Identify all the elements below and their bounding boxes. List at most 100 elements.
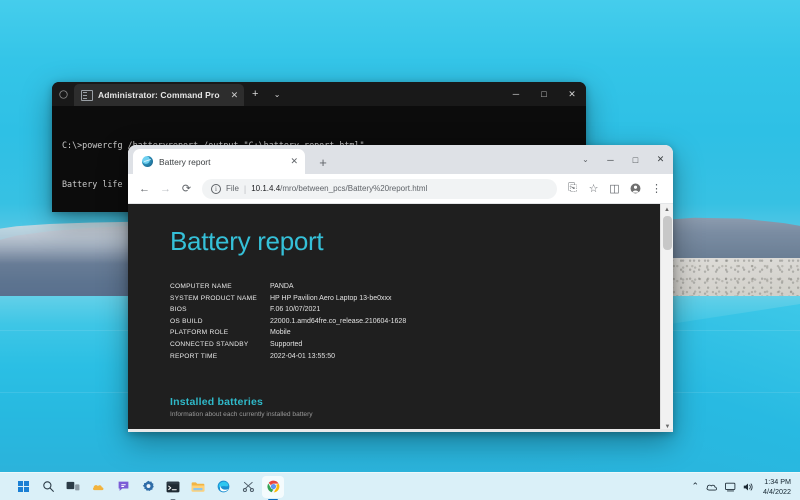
taskbar-item-terminal[interactable]: [162, 476, 184, 498]
browser-maximize-button[interactable]: □: [623, 145, 648, 174]
edge-icon: [217, 480, 230, 493]
start-icon: [18, 481, 29, 492]
taskbar-item-chrome[interactable]: [262, 476, 284, 498]
chat-icon: [117, 480, 130, 493]
taskbar-item-chat[interactable]: [112, 476, 134, 498]
table-row: BIOS F.06 10/07/2021: [170, 304, 673, 316]
network-icon[interactable]: [725, 482, 736, 492]
chrome-icon: [267, 480, 280, 493]
collections-icon[interactable]: ⎘: [562, 178, 583, 199]
browser-tab-title: Battery report: [159, 157, 211, 167]
row-label: SYSTEM PRODUCT NAME: [170, 293, 270, 305]
search-icon: [42, 480, 55, 493]
url-separator: |: [244, 184, 246, 194]
taskbar-icon-group: [12, 476, 284, 498]
terminal-titlebar[interactable]: Administrator: Command Pro ✕ + ⌄ ─ □ ✕: [52, 82, 586, 106]
terminal-close-button[interactable]: ✕: [558, 82, 586, 106]
tray-overflow-icon[interactable]: ⌃: [691, 481, 699, 492]
row-value: 22000.1.amd64fre.co_release.210604-1628: [270, 316, 406, 328]
row-value: 2022-04-01 13:55:50: [270, 351, 335, 363]
row-label: BIOS: [170, 304, 270, 316]
row-value: Mobile: [270, 327, 291, 339]
browser-window[interactable]: Battery report ✕ + ⌄ ─ □ ✕ ← → ⟳ i File …: [128, 145, 673, 432]
volume-icon[interactable]: [743, 482, 754, 492]
page-scrollbar[interactable]: ▲ ▼: [660, 204, 673, 432]
row-value: Supported: [270, 339, 302, 351]
installed-batteries-section: Installed batteries Information about ea…: [170, 396, 673, 432]
browser-bottom-edge: [128, 429, 673, 432]
row-label: REPORT TIME: [170, 351, 270, 363]
section-subtitle: Information about each currently install…: [170, 411, 673, 418]
row-value: HP HP Pavilion Aero Laptop 13-be0xxx: [270, 293, 392, 305]
console-icon: [81, 90, 93, 101]
profile-avatar-icon[interactable]: [625, 178, 646, 199]
table-row: PLATFORM ROLE Mobile: [170, 327, 673, 339]
terminal-tab[interactable]: Administrator: Command Pro ✕: [74, 84, 244, 106]
taskbar-item-settings[interactable]: [137, 476, 159, 498]
page-favicon: [142, 156, 153, 167]
row-value: F.06 10/07/2021: [270, 304, 320, 316]
browser-tab[interactable]: Battery report ✕: [133, 149, 305, 174]
taskbar-item-task-view[interactable]: [62, 476, 84, 498]
terminal-dropdown-icon[interactable]: ⌄: [266, 82, 288, 106]
terminal-minimize-button[interactable]: ─: [502, 82, 530, 106]
table-row: SYSTEM PRODUCT NAME HP HP Pavilion Aero …: [170, 293, 673, 305]
page-viewport: Battery report COMPUTER NAME PANDA SYSTE…: [128, 204, 673, 432]
taskbar-item-search[interactable]: [37, 476, 59, 498]
terminal-icon: [166, 481, 180, 493]
table-row: REPORT TIME 2022-04-01 13:55:50: [170, 351, 673, 363]
system-info-table: COMPUTER NAME PANDA SYSTEM PRODUCT NAME …: [170, 281, 673, 362]
back-icon[interactable]: ←: [134, 178, 155, 199]
url-text: 10.1.4.4/mro/between_pcs/Battery%20repor…: [251, 184, 427, 193]
site-info-icon[interactable]: i: [211, 184, 221, 194]
system-tray: ⌃ 1:34 PM 4/4/2: [691, 477, 800, 496]
taskbar-item-snipping-tool[interactable]: [237, 476, 259, 498]
terminal-tab-close-icon[interactable]: ✕: [225, 91, 239, 100]
split-screen-icon[interactable]: ◫: [604, 178, 625, 199]
reload-icon[interactable]: ⟳: [176, 178, 197, 199]
table-row: OS BUILD 22000.1.amd64fre.co_release.210…: [170, 316, 673, 328]
taskbar-item-file-explorer[interactable]: [187, 476, 209, 498]
table-row: CONNECTED STANDBY Supported: [170, 339, 673, 351]
address-bar[interactable]: i File | 10.1.4.4/mro/between_pcs/Batter…: [202, 179, 557, 199]
taskbar: ⌃ 1:34 PM 4/4/2: [0, 472, 800, 500]
table-row: COMPUTER NAME PANDA: [170, 281, 673, 293]
row-label: PLATFORM ROLE: [170, 327, 270, 339]
browser-tab-strip[interactable]: Battery report ✕ + ⌄ ─ □ ✕: [128, 145, 673, 174]
page-title: Battery report: [170, 226, 673, 257]
clock-date: 4/4/2022: [763, 487, 791, 497]
scroll-up-icon[interactable]: ▲: [661, 204, 673, 215]
scissors-icon: [242, 480, 255, 493]
favorite-star-icon[interactable]: ☆: [583, 178, 604, 199]
taskbar-item-widgets[interactable]: [87, 476, 109, 498]
terminal-tab-title: Administrator: Command Pro: [98, 90, 220, 100]
row-value: PANDA: [270, 281, 294, 293]
battery-report-page: Battery report COMPUTER NAME PANDA SYSTE…: [128, 204, 673, 432]
folder-icon: [191, 481, 205, 493]
scrollbar-thumb[interactable]: [663, 216, 672, 250]
url-scheme-label: File: [226, 184, 239, 193]
browser-toolbar: ← → ⟳ i File | 10.1.4.4/mro/between_pcs/…: [128, 174, 673, 204]
row-label: OS BUILD: [170, 316, 270, 328]
row-label: CONNECTED STANDBY: [170, 339, 270, 351]
url-host: 10.1.4.4: [251, 184, 280, 193]
url-path: /mro/between_pcs/Battery%20report.html: [280, 184, 427, 193]
tab-search-icon[interactable]: ⌄: [573, 145, 598, 174]
terminal-new-tab-button[interactable]: +: [244, 82, 266, 106]
browser-menu-icon[interactable]: ⋮: [646, 178, 667, 199]
widgets-icon: [92, 480, 105, 493]
browser-close-button[interactable]: ✕: [648, 145, 673, 174]
tab-close-icon[interactable]: ✕: [290, 157, 298, 166]
row-label: COMPUTER NAME: [170, 281, 270, 293]
taskbar-item-edge[interactable]: [212, 476, 234, 498]
browser-window-controls: ⌄ ─ □ ✕: [573, 145, 673, 174]
terminal-window-controls: ─ □ ✕: [502, 82, 586, 106]
taskbar-item-start[interactable]: [12, 476, 34, 498]
clock-time: 1:34 PM: [764, 477, 791, 487]
browser-minimize-button[interactable]: ─: [598, 145, 623, 174]
forward-icon[interactable]: →: [155, 178, 176, 199]
cloud-icon[interactable]: [706, 482, 718, 491]
terminal-maximize-button[interactable]: □: [530, 82, 558, 106]
taskbar-clock[interactable]: 1:34 PM 4/4/2022: [761, 477, 791, 496]
new-tab-button[interactable]: +: [314, 155, 332, 170]
